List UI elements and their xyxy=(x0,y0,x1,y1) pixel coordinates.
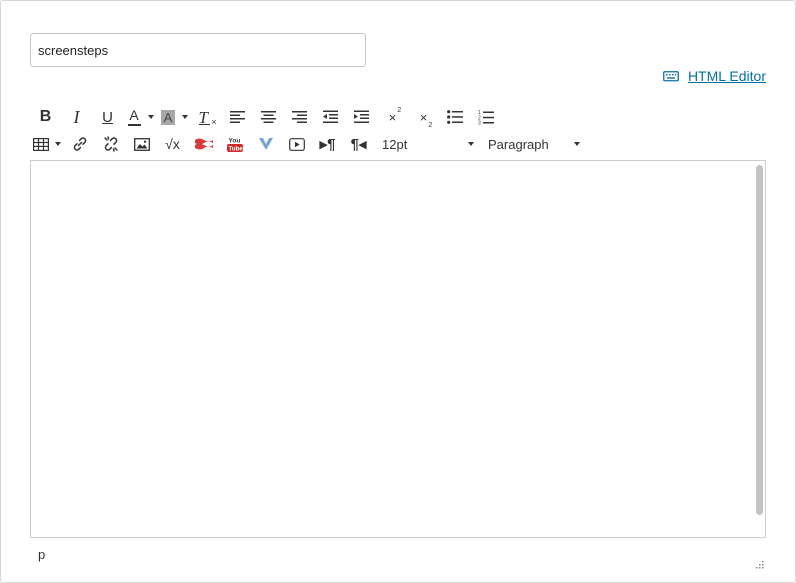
align-right-button[interactable] xyxy=(284,104,315,130)
clear-formatting-icon: T × xyxy=(198,108,217,127)
toolbar-row-formatting: B I U A A T × × 2 × 2 1 2 3 xyxy=(30,104,501,130)
underline-label: U xyxy=(102,108,113,126)
svg-text:Tube: Tube xyxy=(228,145,243,152)
numbered-list-button[interactable]: 1 2 3 xyxy=(470,104,501,130)
table-dropdown[interactable] xyxy=(52,131,64,157)
clear-formatting-x: × xyxy=(211,117,217,127)
indent-icon xyxy=(353,110,369,123)
remove-link-button[interactable] xyxy=(95,131,126,157)
align-center-button[interactable] xyxy=(253,104,284,130)
editor-statusbar: p xyxy=(30,538,766,572)
svg-text:You: You xyxy=(228,137,240,144)
text-color-button[interactable]: A xyxy=(123,104,145,130)
italic-label: I xyxy=(73,106,80,127)
background-color-icon: A xyxy=(161,109,175,125)
insert-image-button[interactable] xyxy=(126,131,157,157)
subscript-button[interactable]: × 2 xyxy=(408,104,439,130)
rtl-direction-button[interactable]: ¶◂ xyxy=(343,131,374,157)
html-editor-label: HTML Editor xyxy=(687,68,766,84)
pilcrow-ltr-icon: ▸¶ xyxy=(319,136,336,153)
outdent-icon xyxy=(322,110,338,123)
ltr-direction-button[interactable]: ▸¶ xyxy=(312,131,343,157)
media-tool-button[interactable] xyxy=(250,131,281,157)
resize-handle-icon[interactable] xyxy=(755,560,764,569)
font-size-value: 12pt xyxy=(382,136,408,152)
editor-content-area[interactable] xyxy=(30,160,766,538)
image-icon xyxy=(133,137,150,151)
link-icon xyxy=(73,137,86,151)
table-button[interactable] xyxy=(30,131,52,157)
record-media-button[interactable] xyxy=(281,131,312,157)
superscript-icon: × 2 xyxy=(388,106,402,125)
bullet-list-icon xyxy=(446,110,463,124)
text-color-letter: A xyxy=(129,106,139,123)
align-left-button[interactable] xyxy=(222,104,253,130)
superscript-button[interactable]: × 2 xyxy=(377,104,408,130)
element-path[interactable]: p xyxy=(38,547,45,562)
superscript-mark: 2 xyxy=(397,106,402,114)
unlink-icon xyxy=(103,136,118,152)
text-color-icon: A xyxy=(127,106,141,126)
clear-formatting-letter: T xyxy=(198,108,208,127)
italic-button[interactable]: I xyxy=(61,104,92,130)
keyboard-icon xyxy=(663,71,679,82)
align-center-icon xyxy=(260,111,276,123)
video-icon xyxy=(288,137,305,151)
bullet-list-button[interactable] xyxy=(439,104,470,130)
html-editor-link[interactable]: HTML Editor xyxy=(663,68,766,84)
subscript-icon: × 2 xyxy=(419,109,433,129)
bold-button[interactable]: B xyxy=(30,104,61,130)
background-color-letter: A xyxy=(163,109,173,125)
table-icon xyxy=(33,137,49,151)
youtube-button[interactable]: You Tube xyxy=(219,131,250,157)
numbered-list-icon: 1 2 3 xyxy=(478,110,494,125)
font-size-dropdown[interactable]: 12pt xyxy=(376,131,480,157)
block-format-value: Paragraph xyxy=(488,136,549,152)
pilcrow-rtl-icon: ¶◂ xyxy=(350,136,367,153)
outdent-button[interactable] xyxy=(315,104,346,130)
insert-math-button[interactable]: √x xyxy=(157,131,188,157)
lti-tool-button[interactable] xyxy=(188,131,219,157)
bold-label: B xyxy=(39,108,52,125)
clear-formatting-underline xyxy=(198,124,210,125)
underline-button[interactable]: U xyxy=(92,104,123,130)
align-left-icon xyxy=(229,111,245,123)
align-right-icon xyxy=(291,111,307,123)
background-color-button[interactable]: A xyxy=(157,104,179,130)
clear-formatting-button[interactable]: T × xyxy=(191,104,222,130)
editor-scrollbar[interactable] xyxy=(756,165,763,515)
red-wave-icon xyxy=(194,138,213,150)
title-input[interactable] xyxy=(30,33,366,67)
insert-link-button[interactable] xyxy=(64,131,95,157)
youtube-icon: You Tube xyxy=(226,137,243,152)
text-color-swatch xyxy=(127,123,141,126)
blue-chevron-icon xyxy=(258,138,273,150)
square-root-icon: √x xyxy=(165,136,180,152)
block-format-dropdown[interactable]: Paragraph xyxy=(482,131,586,157)
indent-button[interactable] xyxy=(346,104,377,130)
svg-text:3: 3 xyxy=(478,120,481,124)
subscript-mark: 2 xyxy=(428,121,433,129)
background-color-dropdown[interactable] xyxy=(179,104,191,130)
text-color-dropdown[interactable] xyxy=(145,104,157,130)
toolbar-row-insert: √x You Tube ▸¶ ¶◂ 12pt Paragraph xyxy=(30,131,586,157)
